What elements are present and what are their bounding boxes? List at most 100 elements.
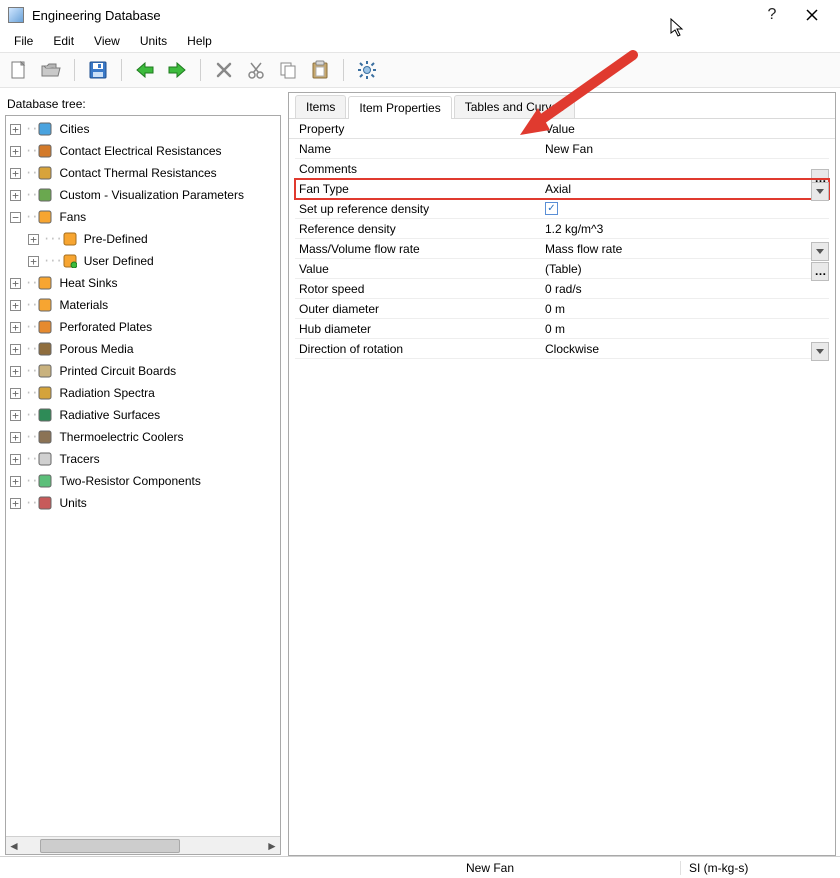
- tab-items[interactable]: Items: [295, 95, 346, 118]
- expand-icon[interactable]: +: [10, 454, 21, 465]
- expand-icon[interactable]: +: [10, 168, 21, 179]
- expand-icon[interactable]: +: [10, 498, 21, 509]
- tab-item-properties[interactable]: Item Properties: [348, 96, 451, 119]
- tree-item[interactable]: +···User Defined: [26, 250, 278, 272]
- expand-icon[interactable]: +: [10, 278, 21, 289]
- tree-horizontal-scrollbar[interactable]: ◄ ►: [6, 836, 280, 854]
- open-folder-button[interactable]: [38, 57, 64, 83]
- property-row[interactable]: Set up reference density✓: [295, 199, 829, 219]
- tree-item[interactable]: −··Fans: [8, 206, 278, 228]
- expand-icon[interactable]: +: [10, 322, 21, 333]
- properties-panel: Items Item Properties Tables and Curves …: [288, 92, 836, 856]
- property-value[interactable]: 0 m: [545, 302, 565, 316]
- expand-icon[interactable]: +: [10, 146, 21, 157]
- expand-icon[interactable]: +: [10, 432, 21, 443]
- dropdown-button[interactable]: [811, 182, 829, 201]
- expand-icon[interactable]: +: [10, 300, 21, 311]
- property-row[interactable]: Comments…: [295, 159, 829, 179]
- tab-tables-curves[interactable]: Tables and Curves: [454, 95, 575, 118]
- tree-item-label: Fans: [57, 209, 88, 225]
- tree-item[interactable]: +··Contact Electrical Resistances: [8, 140, 278, 162]
- scroll-right-icon[interactable]: ►: [264, 838, 280, 854]
- save-button[interactable]: [85, 57, 111, 83]
- property-row[interactable]: Mass/Volume flow rateMass flow rate: [295, 239, 829, 259]
- tree-item-label: Materials: [57, 297, 110, 313]
- delete-button[interactable]: [211, 57, 237, 83]
- expand-icon[interactable]: +: [10, 190, 21, 201]
- property-value[interactable]: Clockwise: [545, 342, 599, 356]
- property-row[interactable]: Outer diameter0 m: [295, 299, 829, 319]
- tree-item[interactable]: +··Heat Sinks: [8, 272, 278, 294]
- tree-item[interactable]: +··Units: [8, 492, 278, 514]
- expand-icon[interactable]: +: [10, 124, 21, 135]
- tree-item[interactable]: +··Thermoelectric Coolers: [8, 426, 278, 448]
- settings-button[interactable]: [354, 57, 380, 83]
- dropdown-button[interactable]: [811, 242, 829, 261]
- property-name: Value: [295, 262, 543, 276]
- property-row[interactable]: Fan TypeAxial: [295, 179, 829, 199]
- tree-item[interactable]: +··Cities: [8, 118, 278, 140]
- property-row[interactable]: Rotor speed0 rad/s: [295, 279, 829, 299]
- tree-item[interactable]: +··Custom - Visualization Parameters: [8, 184, 278, 206]
- checkbox-checked-icon[interactable]: ✓: [545, 202, 558, 215]
- tree-item[interactable]: +··Two-Resistor Components: [8, 470, 278, 492]
- dropdown-button[interactable]: [811, 342, 829, 361]
- property-value[interactable]: 0 m: [545, 322, 565, 336]
- scrollbar-thumb[interactable]: [40, 839, 180, 853]
- tree-item-label: Porous Media: [57, 341, 135, 357]
- property-value[interactable]: 0 rad/s: [545, 282, 582, 296]
- menu-file[interactable]: File: [6, 32, 41, 50]
- tree-label: Database tree:: [5, 93, 281, 115]
- expand-icon[interactable]: +: [28, 256, 39, 267]
- close-button[interactable]: [792, 1, 832, 29]
- property-row[interactable]: Direction of rotationClockwise: [295, 339, 829, 359]
- cut-button[interactable]: [243, 57, 269, 83]
- tree-item[interactable]: +··Printed Circuit Boards: [8, 360, 278, 382]
- header-property: Property: [295, 122, 543, 136]
- property-value[interactable]: New Fan: [545, 142, 593, 156]
- property-value[interactable]: 1.2 kg/m^3: [545, 222, 603, 236]
- property-row[interactable]: Hub diameter0 m: [295, 319, 829, 339]
- tree-item[interactable]: +···Pre-Defined: [26, 228, 278, 250]
- tree-item-label: Pre-Defined: [82, 231, 150, 247]
- expand-icon[interactable]: +: [10, 366, 21, 377]
- scroll-left-icon[interactable]: ◄: [6, 838, 22, 854]
- menu-edit[interactable]: Edit: [45, 32, 82, 50]
- database-tree[interactable]: +··Cities+··Contact Electrical Resistanc…: [6, 116, 280, 836]
- tree-item[interactable]: +··Materials: [8, 294, 278, 316]
- property-row[interactable]: Reference density1.2 kg/m^3: [295, 219, 829, 239]
- property-value[interactable]: (Table): [545, 262, 582, 276]
- expand-icon[interactable]: +: [10, 344, 21, 355]
- expand-icon[interactable]: +: [10, 388, 21, 399]
- help-button[interactable]: ?: [752, 1, 792, 29]
- menu-help[interactable]: Help: [179, 32, 220, 50]
- tree-item[interactable]: +··Radiative Surfaces: [8, 404, 278, 426]
- menu-units[interactable]: Units: [132, 32, 175, 50]
- toolbar-separator: [74, 59, 75, 81]
- property-value[interactable]: Mass flow rate: [545, 242, 622, 256]
- new-item-button[interactable]: [6, 57, 32, 83]
- property-row[interactable]: NameNew Fan: [295, 139, 829, 159]
- tree-item-label: Radiative Surfaces: [57, 407, 162, 423]
- expand-icon[interactable]: +: [10, 410, 21, 421]
- tree-item[interactable]: +··Porous Media: [8, 338, 278, 360]
- tree-item[interactable]: +··Tracers: [8, 448, 278, 470]
- copy-button[interactable]: [275, 57, 301, 83]
- status-units: SI (m-kg-s): [680, 861, 840, 875]
- property-value[interactable]: Axial: [545, 182, 571, 196]
- property-row[interactable]: Value(Table) …: [295, 259, 829, 279]
- tree-item[interactable]: +··Radiation Spectra: [8, 382, 278, 404]
- property-rows: NameNew FanComments…Fan TypeAxialSet up …: [289, 139, 835, 359]
- titlebar: Engineering Database ?: [0, 0, 840, 30]
- tree-item[interactable]: +··Contact Thermal Resistances: [8, 162, 278, 184]
- paste-button[interactable]: [307, 57, 333, 83]
- expand-icon[interactable]: +: [28, 234, 39, 245]
- forward-button[interactable]: [164, 57, 190, 83]
- property-name: Reference density: [295, 222, 543, 236]
- expand-icon[interactable]: +: [10, 476, 21, 487]
- collapse-icon[interactable]: −: [10, 212, 21, 223]
- back-button[interactable]: [132, 57, 158, 83]
- menu-view[interactable]: View: [86, 32, 128, 50]
- ellipsis-button[interactable]: …: [811, 262, 829, 281]
- tree-item[interactable]: +··Perforated Plates: [8, 316, 278, 338]
